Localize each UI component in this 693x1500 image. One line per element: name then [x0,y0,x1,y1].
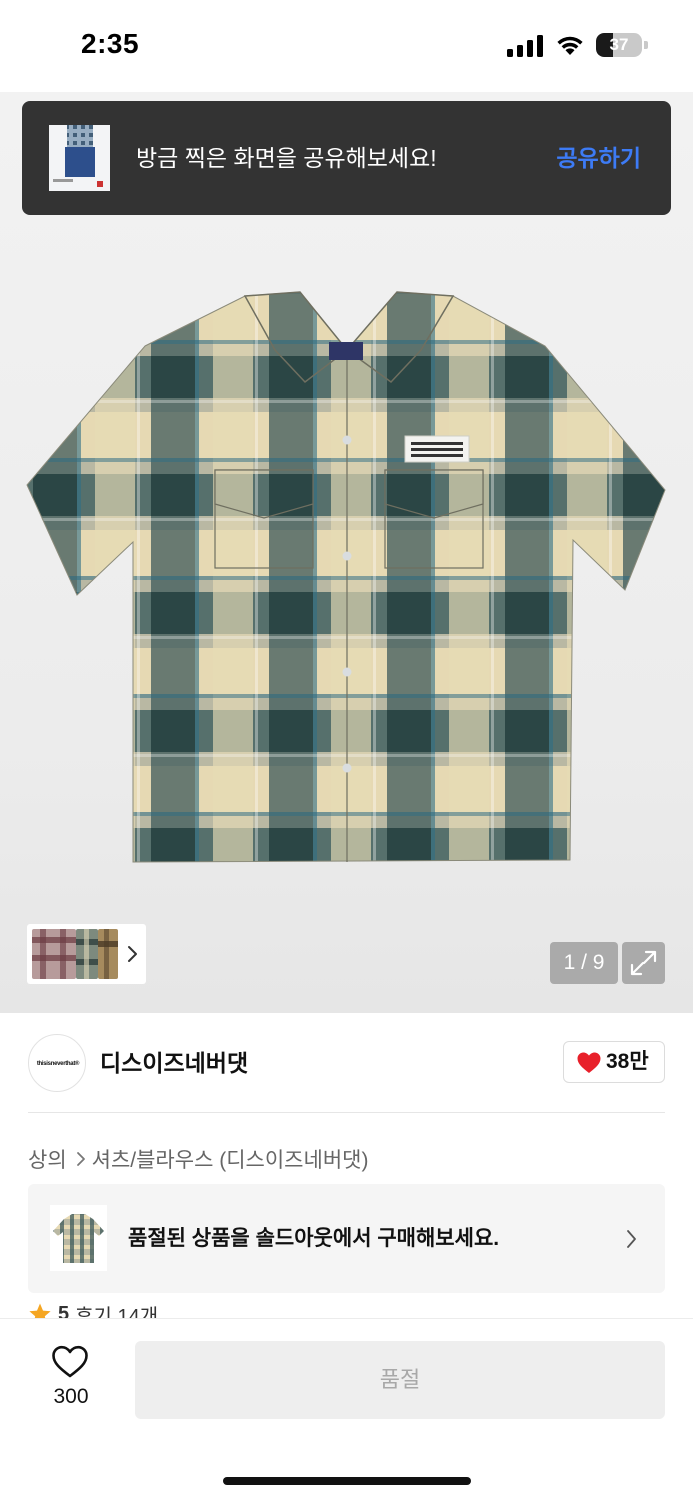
expand-button[interactable] [622,942,665,984]
brand-like-count: 38만 [606,1050,649,1073]
status-bar: 2:35 37 [0,0,693,92]
soldout-product-thumbnail [50,1205,107,1271]
chevron-right-icon [76,1152,85,1166]
thumbnail-red-plaid[interactable] [32,929,76,979]
brand-like-button[interactable]: 38만 [563,1041,665,1083]
product-image[interactable] [25,290,670,870]
wifi-icon [557,36,583,55]
share-toast: 방금 찍은 화면을 공유해보세요! 공유하기 [22,101,671,215]
buy-button[interactable]: 품절 [135,1341,665,1419]
battery-level: 37 [609,35,629,54]
chevron-right-icon[interactable] [126,940,140,968]
chevron-right-icon [627,1230,636,1248]
home-indicator[interactable] [223,1477,471,1485]
share-button[interactable]: 공유하기 [556,101,641,215]
breadcrumb-category[interactable]: 상의 [28,1144,67,1174]
bottom-action-bar: 300 품절 [0,1318,693,1500]
soldout-banner[interactable]: 품절된 상품을 솔드아웃에서 구매해보세요. [28,1184,665,1293]
brand-logo-text: thisisneverthat® [36,1061,80,1067]
brand-row[interactable]: thisisneverthat® 디스이즈네버댓 38만 [28,1032,665,1094]
soldout-message: 품절된 상품을 솔드아웃에서 구매해보세요. [128,1227,500,1250]
thumbnail-green-plaid[interactable] [76,929,98,979]
brand-name[interactable]: 디스이즈네버댓 [100,1032,248,1094]
status-time: 2:35 [81,28,140,59]
expand-icon [630,950,657,976]
signal-icon [507,35,543,57]
share-message: 방금 찍은 화면을 공유해보세요! [136,145,437,171]
breadcrumb-subcategory[interactable]: 셔츠/블라우스 (디스이즈네버댓) [92,1144,369,1174]
breadcrumb: 상의 셔츠/블라우스 (디스이즈네버댓) [28,1144,368,1174]
image-counter: 1 / 9 [550,942,618,984]
wish-count: 300 [53,1385,89,1408]
heart-outline-icon[interactable] [51,1345,89,1379]
thumbnail-brown-plaid[interactable] [98,929,118,979]
screenshot-thumbnail[interactable] [49,125,110,191]
thumbnail-strip[interactable] [27,924,146,984]
divider [28,1112,665,1113]
heart-filled-icon [577,1052,601,1073]
battery-icon: 37 [596,33,648,57]
brand-logo[interactable]: thisisneverthat® [28,1034,86,1092]
